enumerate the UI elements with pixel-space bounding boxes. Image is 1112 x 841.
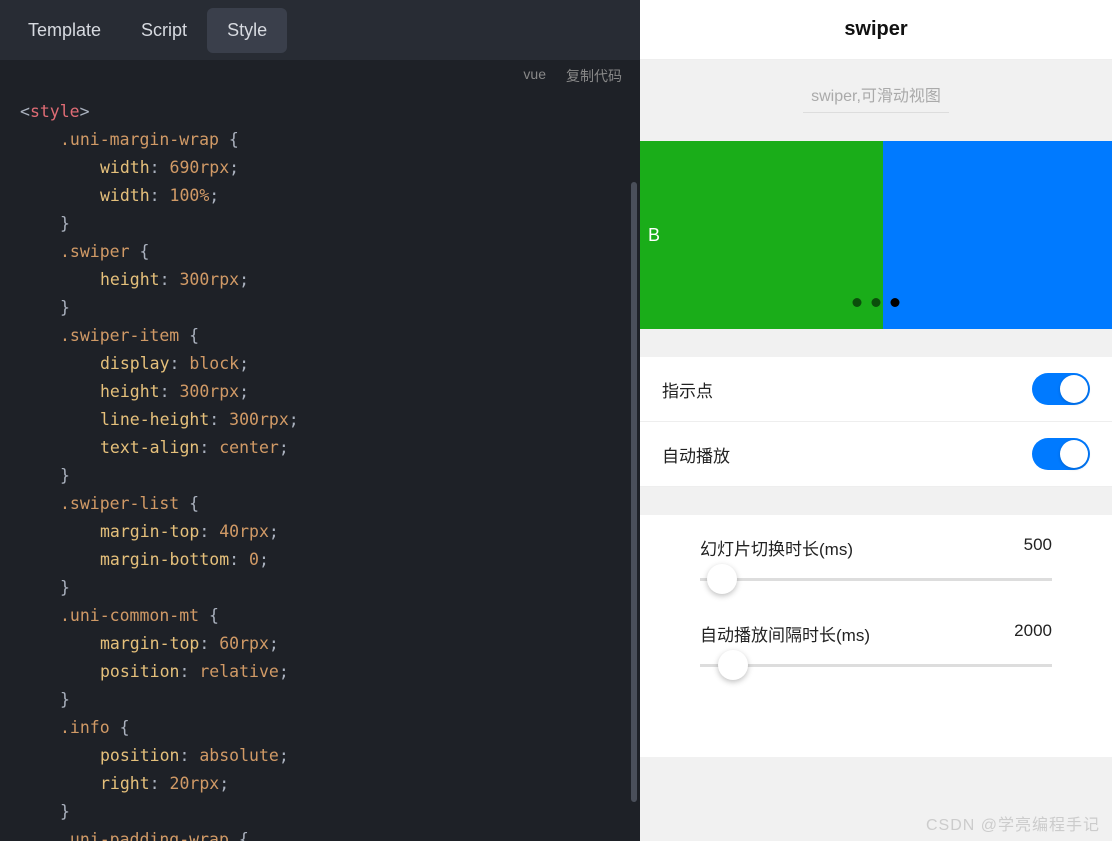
tabs-bar: Template Script Style xyxy=(0,0,640,60)
slider-thumb[interactable] xyxy=(707,564,737,594)
code-lang-label: vue xyxy=(523,66,546,86)
slider-thumb[interactable] xyxy=(718,650,748,680)
code-meta: vue 复制代码 xyxy=(0,60,640,92)
watermark: CSDN @学亮编程手记 xyxy=(926,811,1100,835)
swiper-dots xyxy=(853,298,900,307)
swiper-dot[interactable] xyxy=(853,298,862,307)
swiper-dot[interactable] xyxy=(891,298,900,307)
slider-row: 自动播放间隔时长(ms) 2000 xyxy=(662,621,1090,667)
slider-label: 幻灯片切换时长(ms) xyxy=(700,535,853,560)
tab-script[interactable]: Script xyxy=(121,8,207,53)
switch-knob xyxy=(1060,375,1088,403)
setting-row: 自动播放 xyxy=(640,422,1112,487)
switch-knob xyxy=(1060,440,1088,468)
switch-toggle[interactable] xyxy=(1032,373,1090,405)
preview-title: swiper xyxy=(640,0,1112,60)
swiper-slide-b: B xyxy=(640,141,883,329)
preview-subtitle: swiper,可滑动视图 xyxy=(640,60,1112,127)
copy-code-button[interactable]: 复制代码 xyxy=(566,66,622,86)
slider-value: 2000 xyxy=(1014,621,1052,646)
slider-track[interactable] xyxy=(700,578,1052,581)
slider-label: 自动播放间隔时长(ms) xyxy=(700,621,870,646)
scrollbar[interactable] xyxy=(631,182,637,802)
swiper-view[interactable]: B xyxy=(640,141,1112,329)
setting-label: 自动播放 xyxy=(662,442,730,467)
editor-panel: Template Script Style vue 复制代码 <style>.u… xyxy=(0,0,640,841)
code-area[interactable]: <style>.uni-margin-wrap {width: 690rpx;w… xyxy=(0,92,640,841)
setting-row: 指示点 xyxy=(640,357,1112,422)
slider-track[interactable] xyxy=(700,664,1052,667)
preview-panel: swiper swiper,可滑动视图 B 指示点自动播放 幻灯片切换时长(ms… xyxy=(640,0,1112,841)
slider-block: 幻灯片切换时长(ms) 500 自动播放间隔时长(ms) 2000 xyxy=(640,515,1112,757)
slider-value: 500 xyxy=(1024,535,1052,560)
swiper-slide-c xyxy=(883,141,1112,329)
tab-template[interactable]: Template xyxy=(8,8,121,53)
settings-list: 指示点自动播放 xyxy=(640,357,1112,487)
switch-toggle[interactable] xyxy=(1032,438,1090,470)
setting-label: 指示点 xyxy=(662,377,713,402)
slider-row: 幻灯片切换时长(ms) 500 xyxy=(662,535,1090,581)
tab-style[interactable]: Style xyxy=(207,8,287,53)
swiper-dot[interactable] xyxy=(872,298,881,307)
